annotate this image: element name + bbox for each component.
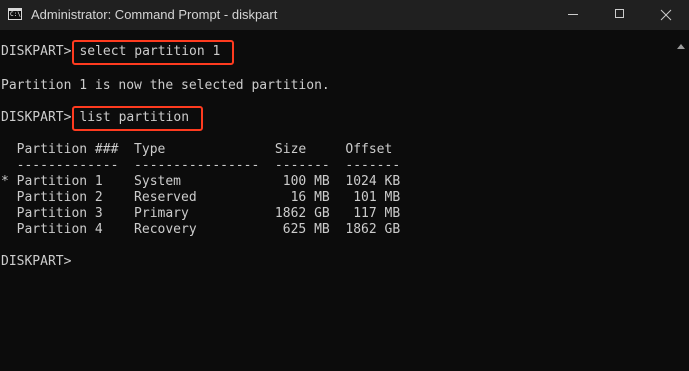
- console-line: Partition 1 is now the selected partitio…: [1, 78, 330, 93]
- close-button[interactable]: [643, 0, 689, 30]
- scrollbar[interactable]: [672, 30, 689, 371]
- table-row: Partition 3 Primary 1862 GB 117 MB: [1, 206, 401, 221]
- diskpart-prompt: DISKPART>: [1, 44, 72, 59]
- table-row: * Partition 1 System 100 MB 1024 KB: [1, 174, 401, 189]
- console-output[interactable]: DISKPART> select partition 1 Partition 1 …: [0, 30, 689, 371]
- diskpart-prompt: DISKPART>: [1, 110, 72, 125]
- table-row: Partition 4 Recovery 625 MB 1862 GB: [1, 222, 401, 237]
- table-row: Partition 2 Reserved 16 MB 101 MB: [1, 190, 401, 205]
- title-bar[interactable]: C:\ Administrator: Command Prompt - disk…: [0, 0, 689, 30]
- command-prompt-window: C:\ Administrator: Command Prompt - disk…: [0, 0, 689, 371]
- minimize-button[interactable]: [550, 0, 596, 30]
- diskpart-prompt: DISKPART>: [1, 254, 72, 269]
- table-header: Partition ### Type Size Offset: [1, 142, 393, 157]
- maximize-icon: [615, 9, 624, 18]
- command-highlight-box: [72, 40, 234, 65]
- maximize-button[interactable]: [597, 0, 643, 30]
- minimize-icon: [568, 14, 578, 15]
- window-title: Administrator: Command Prompt - diskpart: [31, 7, 278, 22]
- command-highlight-box: [72, 106, 203, 131]
- command-prompt-icon: C:\: [8, 8, 22, 20]
- scroll-up-arrow-icon[interactable]: [677, 44, 685, 49]
- table-separator: ------------- ---------------- ------- -…: [1, 158, 401, 173]
- close-icon: [660, 9, 672, 21]
